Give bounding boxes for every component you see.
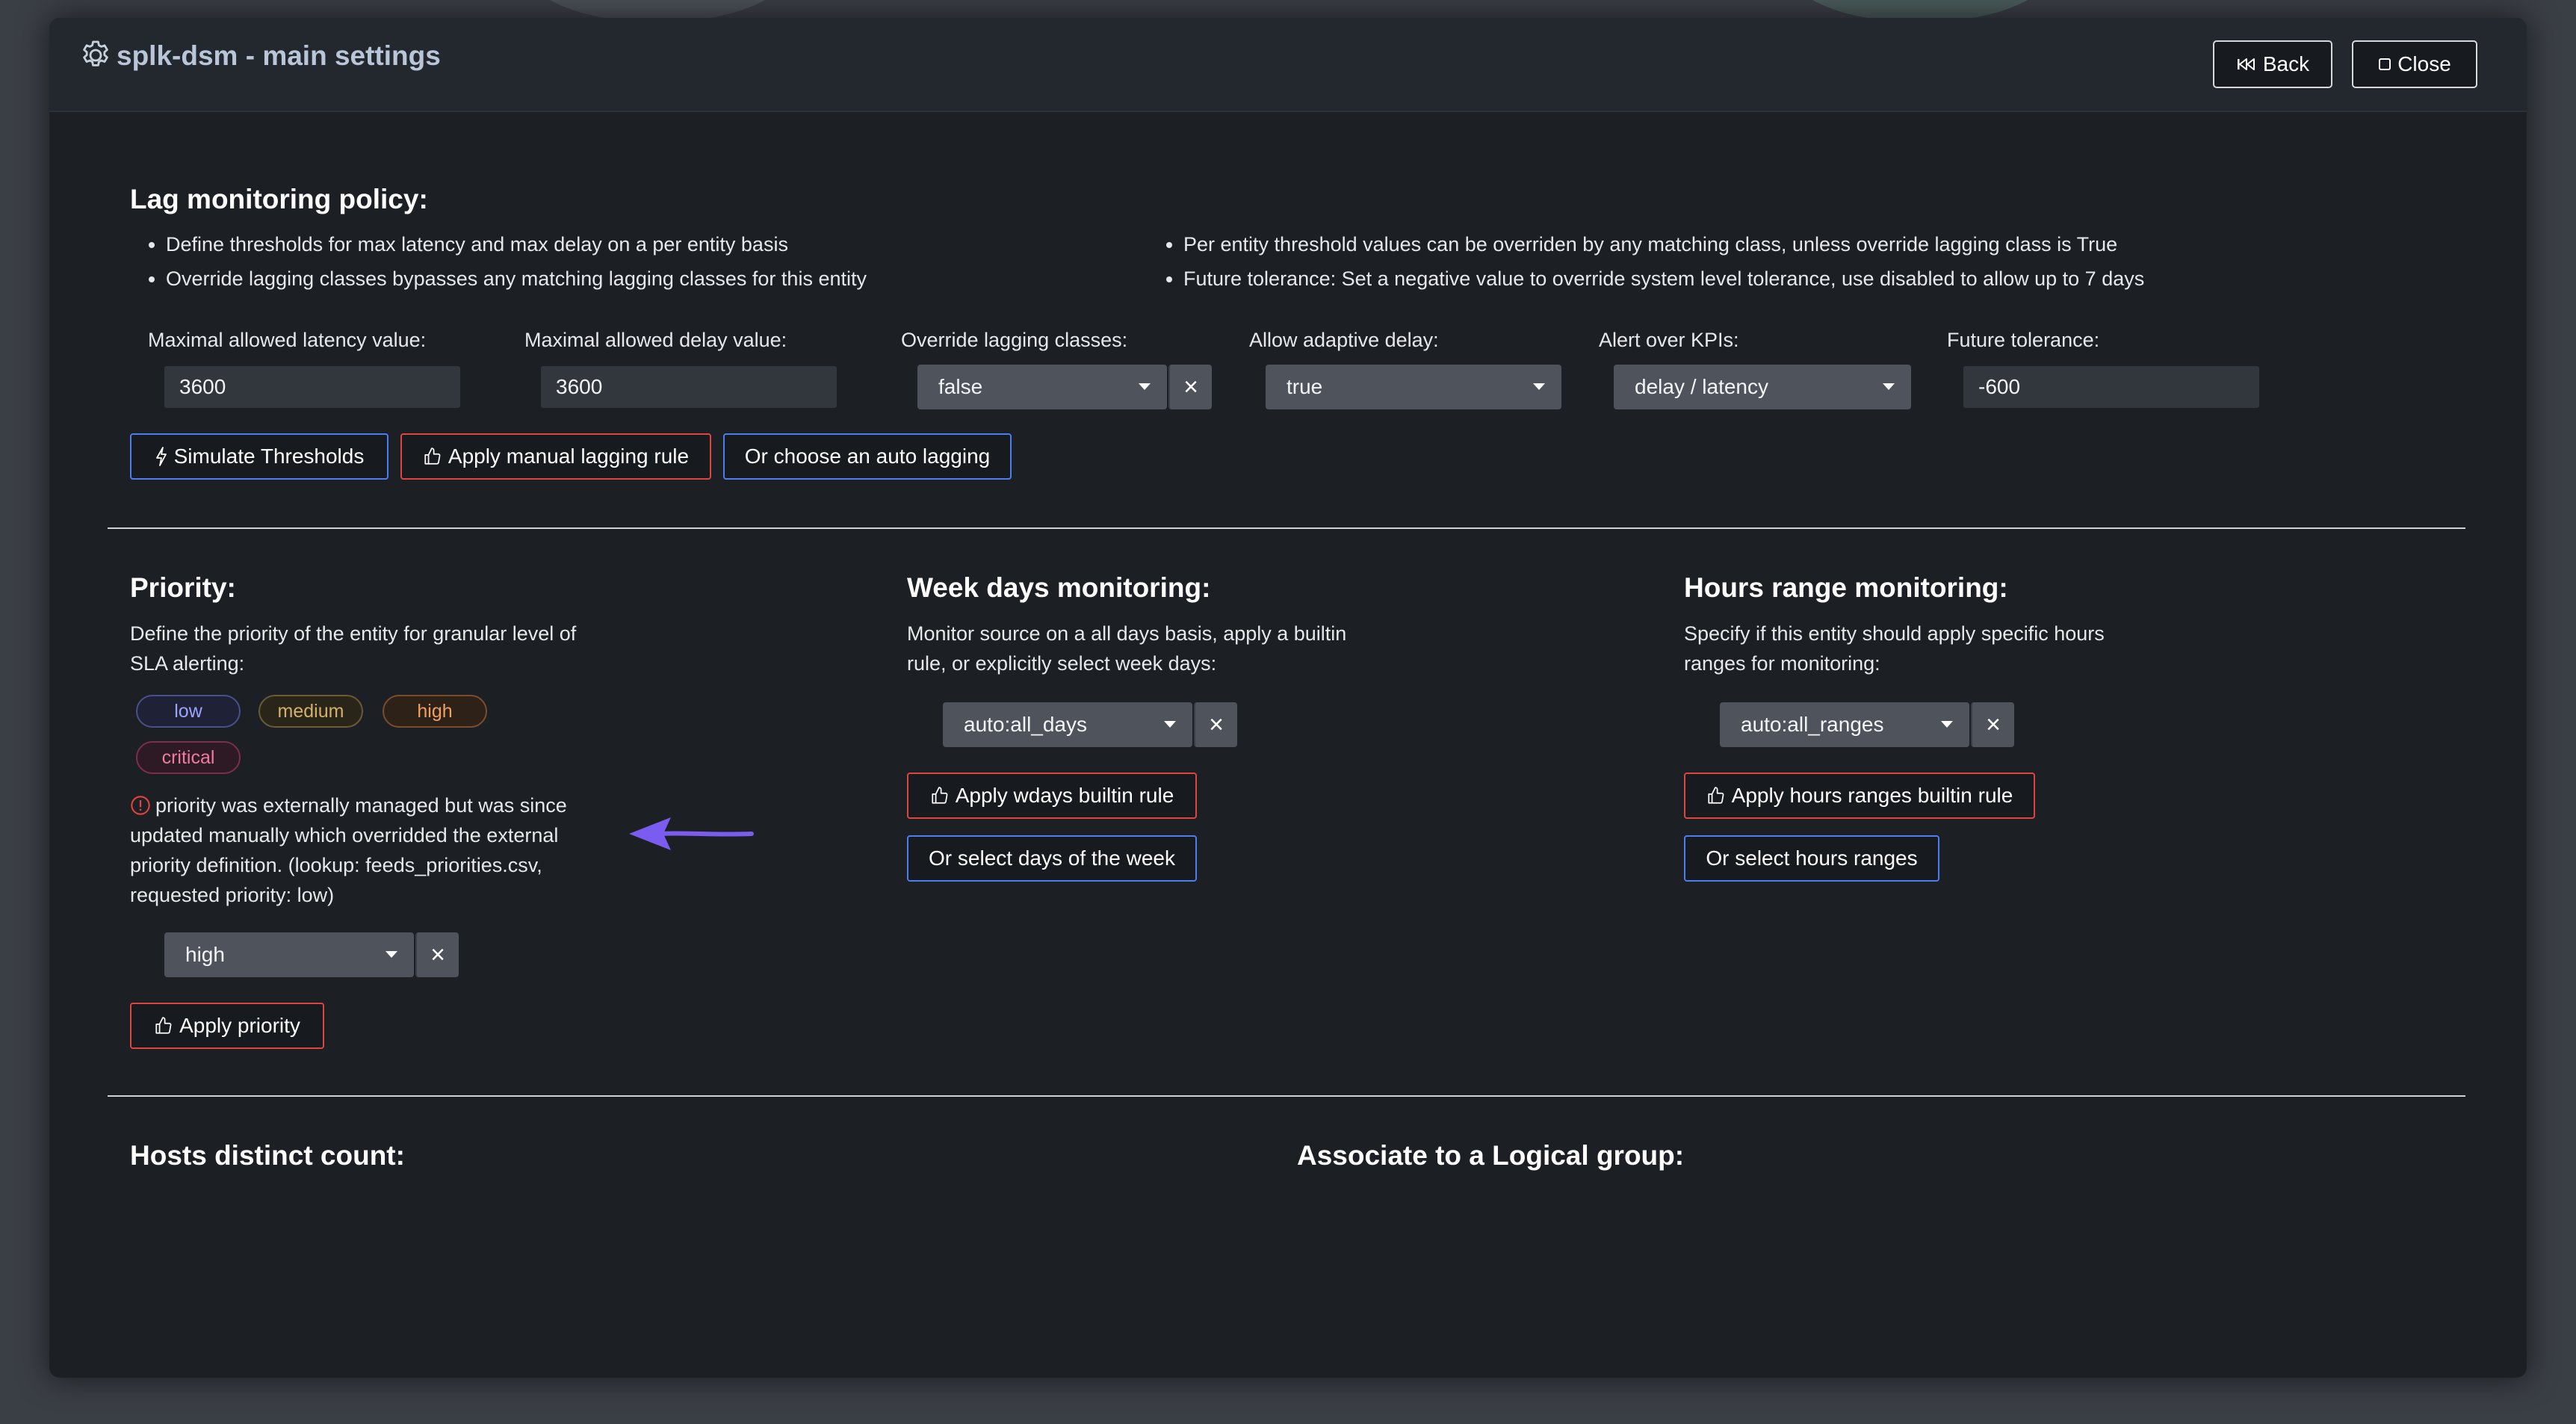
override-select-value: false	[938, 375, 983, 398]
chevron-down-icon	[1883, 383, 1895, 390]
adaptive-select[interactable]: true	[1266, 365, 1561, 409]
adaptive-select-value: true	[1287, 375, 1323, 398]
override-label: Override lagging classes:	[901, 329, 1128, 351]
apply-hours-button[interactable]: Apply hours ranges builtin rule	[1684, 773, 2035, 819]
priority-warning: priority was externally managed but was …	[130, 790, 608, 910]
thumbs-up-icon	[424, 448, 441, 465]
settings-modal: splk-dsm - main settings Back Close Lag …	[49, 18, 2527, 1378]
priority-clear-button[interactable]: ×	[415, 932, 459, 977]
close-icon: ×	[1986, 710, 2001, 739]
priority-badge-low[interactable]: low	[136, 695, 241, 728]
override-clear-button[interactable]: ×	[1168, 365, 1212, 409]
weekdays-description: Monitor source on a all days basis, appl…	[907, 622, 1347, 675]
priority-select[interactable]: high	[164, 932, 414, 977]
apply-wdays-label: Apply wdays builtin rule	[955, 784, 1174, 807]
weekdays-select-value: auto:all_days	[964, 713, 1088, 736]
override-select[interactable]: false	[917, 365, 1167, 409]
simulate-thresholds-button[interactable]: Simulate Thresholds	[130, 433, 388, 480]
auto-lagging-label: Or choose an auto lagging	[744, 445, 991, 468]
lag-bullet: Per entity threshold values can be overr…	[1183, 227, 2144, 261]
logical-group-title: Associate to a Logical group:	[1297, 1140, 1685, 1171]
arrow-icon	[629, 817, 754, 850]
apply-priority-label: Apply priority	[179, 1014, 300, 1037]
lag-bullet: Override lagging classes bypasses any ma…	[166, 261, 867, 296]
modal-title: splk-dsm - main settings	[117, 40, 441, 71]
hours-select[interactable]: auto:all_ranges	[1720, 702, 1969, 747]
hours-title: Hours range monitoring:	[1684, 572, 2008, 603]
auto-lagging-button[interactable]: Or choose an auto lagging	[723, 433, 1012, 480]
lightning-icon	[155, 447, 167, 466]
gear-icon	[83, 40, 108, 66]
chevron-down-icon	[1139, 383, 1151, 390]
delay-label: Maximal allowed delay value:	[524, 329, 787, 351]
kpis-select-value: delay / latency	[1635, 375, 1768, 398]
chevron-down-icon	[1533, 383, 1545, 390]
close-icon: ×	[430, 940, 445, 969]
future-input[interactable]: -600	[1963, 366, 2259, 408]
kpis-select[interactable]: delay / latency	[1614, 365, 1911, 409]
select-hours-label: Or select hours ranges	[1706, 846, 1918, 870]
priority-select-value: high	[185, 943, 225, 966]
thumbs-up-icon	[1708, 787, 1724, 804]
close-button[interactable]: Close	[2352, 40, 2477, 88]
simulate-thresholds-label: Simulate Thresholds	[173, 445, 365, 468]
back-button[interactable]: Back	[2213, 40, 2332, 88]
apply-priority-button[interactable]: Apply priority	[130, 1003, 324, 1049]
apply-hours-label: Apply hours ranges builtin rule	[1731, 784, 2013, 807]
chevron-down-icon	[1164, 721, 1176, 728]
select-hours-button[interactable]: Or select hours ranges	[1684, 835, 1939, 882]
lag-bullet: Define thresholds for max latency and ma…	[166, 227, 867, 261]
adaptive-label: Allow adaptive delay:	[1249, 329, 1439, 351]
apply-wdays-button[interactable]: Apply wdays builtin rule	[907, 773, 1197, 819]
priority-badge-medium[interactable]: medium	[258, 695, 363, 728]
section-divider	[108, 1095, 2465, 1097]
future-label: Future tolerance:	[1947, 329, 2100, 351]
square-icon	[2379, 58, 2391, 70]
weekdays-select[interactable]: auto:all_days	[943, 702, 1192, 747]
priority-warning-text: priority was externally managed but was …	[130, 794, 567, 906]
priority-description: Define the priority of the entity for gr…	[130, 622, 577, 675]
lag-policy-title: Lag monitoring policy:	[130, 184, 428, 214]
hours-select-value: auto:all_ranges	[1741, 713, 1884, 736]
chevron-down-icon	[1941, 721, 1953, 728]
modal-header: splk-dsm - main settings Back Close	[49, 18, 2527, 112]
info-icon	[131, 796, 150, 815]
close-icon: ×	[1183, 372, 1198, 401]
lag-bullets-left: Define thresholds for max latency and ma…	[130, 227, 867, 296]
close-icon: ×	[1209, 710, 1224, 739]
close-button-label: Close	[2397, 52, 2451, 75]
apply-manual-lagging-label: Apply manual lagging rule	[448, 445, 690, 468]
weekdays-clear-button[interactable]: ×	[1194, 702, 1237, 747]
rewind-icon	[2237, 58, 2255, 70]
priority-badge-high[interactable]: high	[383, 695, 487, 728]
select-days-label: Or select days of the week	[929, 846, 1175, 870]
priority-title: Priority:	[130, 572, 236, 603]
chevron-down-icon	[386, 951, 397, 958]
back-button-label: Back	[2262, 52, 2310, 75]
thumbs-up-icon	[155, 1017, 172, 1034]
latency-input[interactable]: 3600	[164, 366, 460, 408]
apply-manual-lagging-button[interactable]: Apply manual lagging rule	[400, 433, 711, 480]
hours-description: Specify if this entity should apply spec…	[1684, 622, 2105, 675]
priority-badge-critical[interactable]: critical	[136, 741, 241, 774]
hours-clear-button[interactable]: ×	[1971, 702, 2014, 747]
thumbs-up-icon	[932, 787, 948, 804]
hosts-count-title: Hosts distinct count:	[130, 1140, 405, 1171]
latency-label: Maximal allowed latency value:	[148, 329, 427, 351]
kpis-label: Alert over KPIs:	[1599, 329, 1739, 351]
lag-bullet: Future tolerance: Set a negative value t…	[1183, 261, 2144, 296]
section-divider	[108, 527, 2465, 529]
delay-input[interactable]: 3600	[541, 366, 837, 408]
select-days-button[interactable]: Or select days of the week	[907, 835, 1197, 882]
weekdays-title: Week days monitoring:	[907, 572, 1211, 603]
lag-bullets-right: Per entity threshold values can be overr…	[1148, 227, 2144, 296]
